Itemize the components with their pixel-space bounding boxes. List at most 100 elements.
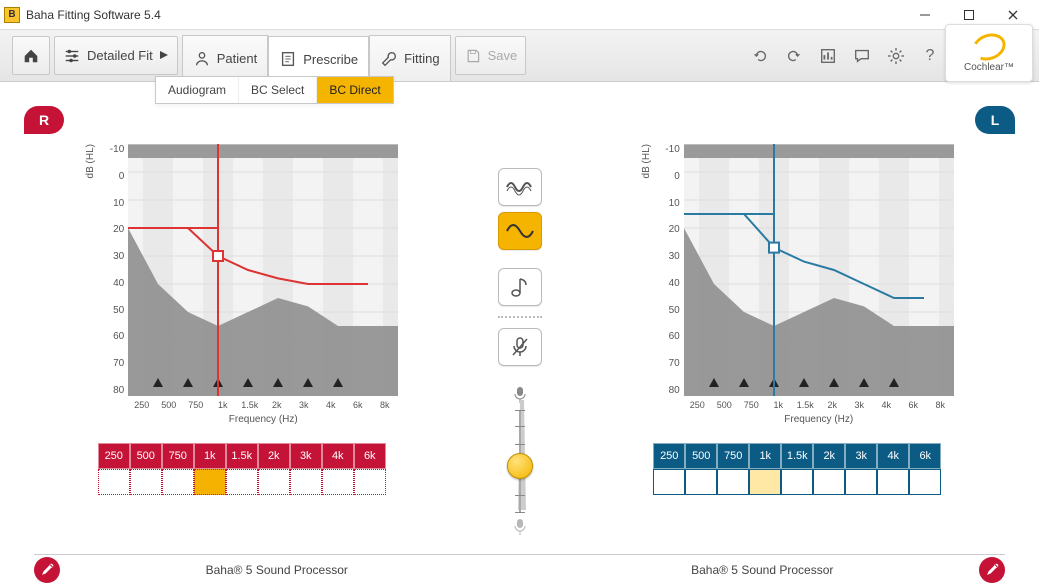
left-device-edit-button[interactable] — [979, 557, 1005, 583]
freq-header-cell[interactable]: 750 — [162, 443, 194, 469]
freq-header-cell[interactable]: 2k — [258, 443, 290, 469]
stimulus-controls — [460, 106, 580, 585]
save-button[interactable]: Save — [455, 36, 527, 75]
left-ear-panel: L dB (HL) -1001020304050607080 250500750… — [590, 106, 1006, 585]
x-tick: 4k — [873, 400, 900, 410]
right-device-edit-button[interactable] — [34, 557, 60, 583]
minimize-button[interactable] — [903, 1, 947, 29]
freq-value-cell[interactable] — [653, 469, 685, 495]
freq-header-cell[interactable]: 6k — [354, 443, 386, 469]
freq-value-cell[interactable] — [813, 469, 845, 495]
freq-header-cell[interactable]: 1.5k — [226, 443, 258, 469]
slider-track[interactable] — [519, 410, 521, 512]
help-button[interactable]: ? — [921, 47, 939, 65]
main-content: R dB (HL) -1001020304050607080 250500750… — [0, 82, 1039, 585]
tab-fitting[interactable]: Fitting — [369, 35, 450, 81]
right-audiogram-chart[interactable]: dB (HL) -1001020304050607080 2505007501k… — [85, 144, 398, 425]
freq-header-cell[interactable]: 500 — [685, 443, 717, 469]
prescription-icon — [279, 50, 297, 68]
y-tick: 80 — [669, 385, 680, 396]
x-tick: 2k — [819, 400, 846, 410]
y-axis-label: dB (HL) — [641, 144, 652, 178]
x-tick: 4k — [317, 400, 344, 410]
warble-tone-button[interactable] — [498, 168, 542, 206]
freq-value-cell[interactable] — [98, 469, 130, 495]
right-y-ticks: -1001020304050607080 — [98, 144, 128, 396]
freq-header-cell[interactable]: 1k — [194, 443, 226, 469]
left-audiogram-chart[interactable]: dB (HL) -1001020304050607080 2505007501k… — [641, 144, 954, 425]
freq-value-cell[interactable] — [749, 469, 781, 495]
settings-button[interactable] — [887, 47, 905, 65]
x-tick: 500 — [155, 400, 182, 410]
x-tick: 1k — [765, 400, 792, 410]
subtab-bc-select[interactable]: BC Select — [239, 77, 317, 103]
y-tick: 80 — [113, 385, 124, 396]
freq-header-cell[interactable]: 500 — [130, 443, 162, 469]
freq-value-cell[interactable] — [322, 469, 354, 495]
toolbar-right: ? — [751, 30, 939, 81]
y-tick: 50 — [669, 305, 680, 316]
freq-header-cell[interactable]: 750 — [717, 443, 749, 469]
freq-value-cell[interactable] — [290, 469, 322, 495]
left-chart-svg[interactable] — [684, 144, 954, 396]
freq-header-cell[interactable]: 4k — [877, 443, 909, 469]
freq-value-cell[interactable] — [845, 469, 877, 495]
left-ear-badge: L — [975, 106, 1015, 134]
freq-value-cell[interactable] — [194, 469, 226, 495]
window-title: Baha Fitting Software 5.4 — [26, 8, 161, 22]
freq-header-cell[interactable]: 2k — [813, 443, 845, 469]
y-tick: 70 — [113, 358, 124, 369]
y-tick: 70 — [669, 358, 680, 369]
play-icon — [159, 48, 169, 63]
prescribe-subtabs: Audiogram BC Select BC Direct — [155, 76, 394, 104]
home-button[interactable] — [12, 36, 50, 75]
freq-header-cell[interactable]: 250 — [98, 443, 130, 469]
freq-header-cell[interactable]: 3k — [845, 443, 877, 469]
freq-value-cell[interactable] — [909, 469, 941, 495]
pure-tone-button[interactable] — [498, 212, 542, 250]
narrowband-noise-button[interactable] — [498, 268, 542, 306]
freq-value-cell[interactable] — [717, 469, 749, 495]
undo-button[interactable] — [751, 47, 769, 65]
tab-patient[interactable]: Patient — [182, 35, 268, 81]
freq-header-cell[interactable]: 250 — [653, 443, 685, 469]
wrench-icon — [380, 50, 398, 68]
freq-header-cell[interactable]: 3k — [290, 443, 322, 469]
freq-value-cell[interactable] — [685, 469, 717, 495]
y-tick: 10 — [669, 198, 680, 209]
freq-value-cell[interactable] — [226, 469, 258, 495]
freq-header-cell[interactable]: 1.5k — [781, 443, 813, 469]
freq-value-cell[interactable] — [354, 469, 386, 495]
freq-value-cell[interactable] — [258, 469, 290, 495]
slider-handle[interactable] — [507, 453, 533, 479]
right-device-name: Baha® 5 Sound Processor — [206, 563, 348, 577]
x-tick: 1k — [209, 400, 236, 410]
x-tick: 6k — [344, 400, 371, 410]
y-tick: 60 — [669, 331, 680, 342]
subtab-audiogram[interactable]: Audiogram — [156, 77, 239, 103]
report-button[interactable] — [819, 47, 837, 65]
mute-button[interactable] — [498, 328, 542, 366]
titlebar: B Baha Fitting Software 5.4 — [0, 0, 1039, 30]
freq-value-cell[interactable] — [162, 469, 194, 495]
freq-value-cell[interactable] — [130, 469, 162, 495]
detailed-fit-button[interactable]: Detailed Fit — [54, 36, 178, 75]
freq-header-cell[interactable]: 1k — [749, 443, 781, 469]
right-freq-value-row[interactable] — [98, 469, 386, 495]
freq-value-cell[interactable] — [877, 469, 909, 495]
freq-header-cell[interactable]: 6k — [909, 443, 941, 469]
redo-button[interactable] — [785, 47, 803, 65]
freq-header-cell[interactable]: 4k — [322, 443, 354, 469]
save-icon — [464, 47, 482, 65]
tab-prescribe-label: Prescribe — [303, 52, 358, 67]
left-freq-value-row[interactable] — [653, 469, 941, 495]
subtab-bc-direct[interactable]: BC Direct — [317, 77, 392, 103]
x-tick: 1.5k — [792, 400, 819, 410]
freq-value-cell[interactable] — [781, 469, 813, 495]
x-tick: 8k — [927, 400, 954, 410]
level-slider[interactable] — [490, 386, 550, 536]
chat-button[interactable] — [853, 47, 871, 65]
right-freq-header-row: 2505007501k1.5k2k3k4k6k — [98, 443, 386, 469]
mic-mute-icon — [508, 335, 532, 359]
right-chart-svg[interactable] — [128, 144, 398, 396]
